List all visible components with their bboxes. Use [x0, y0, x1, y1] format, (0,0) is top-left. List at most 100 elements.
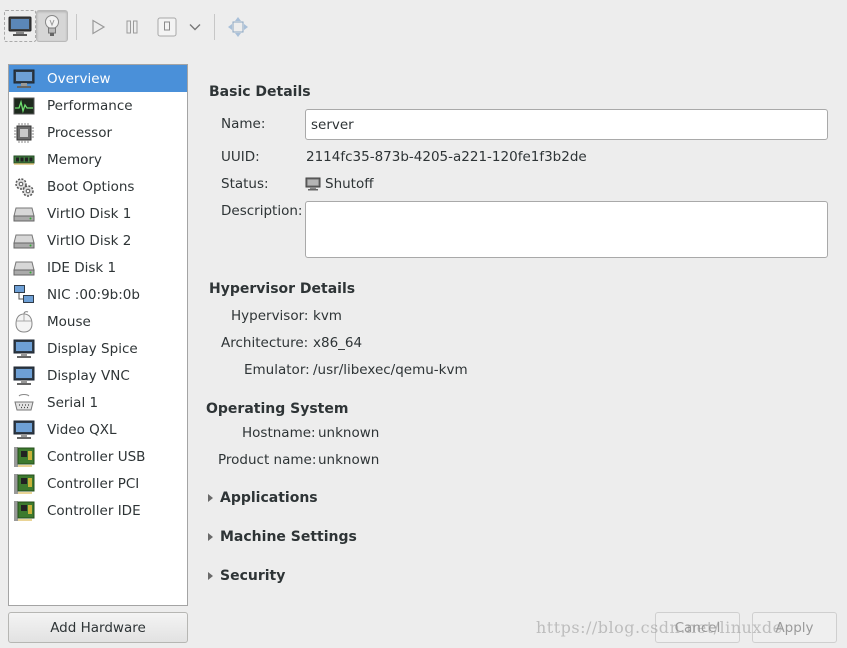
sidebar-item-label: Controller IDE: [47, 502, 141, 519]
sidebar-item-label: Boot Options: [47, 178, 135, 195]
sidebar-item-label: VirtIO Disk 2: [47, 232, 132, 249]
machine-settings-expander[interactable]: Machine Settings: [206, 529, 357, 545]
sidebar-item-label: Display VNC: [47, 367, 130, 384]
description-textarea[interactable]: [305, 201, 828, 258]
sidebar-item-display-vnc[interactable]: Display VNC: [9, 362, 187, 389]
emulator-label: Emulator:: [244, 362, 310, 378]
architecture-value: x86_64: [313, 335, 363, 351]
name-label: Name:: [221, 116, 266, 132]
serial-port-icon: [13, 392, 35, 414]
mouse-icon: [13, 310, 35, 333]
toolbar-separator: [76, 14, 77, 40]
lightbulb-icon: [45, 15, 59, 36]
sidebar-item-virtio-disk-1[interactable]: VirtIO Disk 1: [9, 200, 187, 227]
sidebar-item-label: Memory: [47, 151, 102, 168]
sidebar-item-memory[interactable]: Memory: [9, 146, 187, 173]
hardware-list[interactable]: Overview Performance Processor Memory Bo…: [8, 64, 188, 606]
uuid-value: 2114fc35-873b-4205-a221-120fe1f3b2de: [306, 149, 587, 165]
toolbar: [0, 0, 847, 56]
play-icon: [92, 19, 106, 35]
expander-arrow-icon: [208, 494, 213, 502]
applications-expander[interactable]: Applications: [206, 490, 318, 506]
basic-details-title: Basic Details: [209, 84, 311, 100]
harddisk-icon: [13, 230, 35, 252]
hypervisor-value: kvm: [313, 308, 342, 324]
sidebar-item-label: Serial 1: [47, 394, 99, 411]
monitor-icon: [13, 338, 35, 360]
sidebar-item-label: Display Spice: [47, 340, 138, 357]
status-label: Status:: [221, 176, 269, 192]
product-name-value: unknown: [318, 452, 380, 468]
sidebar-item-ide-disk-1[interactable]: IDE Disk 1: [9, 254, 187, 281]
hostname-value: unknown: [318, 425, 380, 441]
name-input[interactable]: [305, 109, 828, 140]
performance-graph-icon: [13, 95, 35, 117]
pci-card-icon: [13, 500, 35, 522]
sidebar-item-controller-ide[interactable]: Controller IDE: [9, 497, 187, 524]
run-button[interactable]: [86, 14, 110, 40]
machine-settings-expander-label: Machine Settings: [220, 529, 357, 545]
fullscreen-icon: [228, 17, 248, 37]
sidebar-item-label: Video QXL: [47, 421, 117, 438]
gears-icon: [13, 176, 35, 198]
monitor-icon: [8, 16, 32, 36]
architecture-label: Architecture:: [221, 335, 309, 351]
operating-system-title: Operating System: [206, 401, 349, 417]
applications-expander-label: Applications: [220, 490, 318, 506]
sidebar-item-mouse[interactable]: Mouse: [9, 308, 187, 335]
watermark-text: https://blog.csdn.net/linuxde: [536, 618, 783, 637]
product-name-label: Product name:: [218, 452, 317, 468]
expander-arrow-icon: [208, 533, 213, 541]
emulator-value: /usr/libexec/qemu-kvm: [313, 362, 468, 378]
sidebar-item-virtio-disk-2[interactable]: VirtIO Disk 2: [9, 227, 187, 254]
shutdown-button[interactable]: [155, 14, 179, 40]
console-toggle-button[interactable]: [4, 10, 36, 42]
hypervisor-details-title: Hypervisor Details: [209, 281, 356, 297]
monitor-icon: [13, 365, 35, 387]
details-toggle-button[interactable]: [36, 10, 68, 42]
sidebar-item-display-spice[interactable]: Display Spice: [9, 335, 187, 362]
sidebar-item-processor[interactable]: Processor: [9, 119, 187, 146]
uuid-label: UUID:: [221, 149, 260, 165]
monitor-icon: [13, 68, 35, 90]
hostname-label: Hostname:: [242, 425, 316, 441]
pause-button[interactable]: [120, 14, 144, 40]
sidebar-item-label: VirtIO Disk 1: [47, 205, 132, 222]
sidebar-item-performance[interactable]: Performance: [9, 92, 187, 119]
pci-card-icon: [13, 446, 35, 468]
status-text: Shutoff: [325, 176, 374, 192]
status-value: Shutoff: [305, 176, 374, 192]
cpu-chip-icon: [13, 122, 35, 144]
monitor-icon: [13, 419, 35, 441]
hypervisor-label: Hypervisor:: [231, 308, 309, 324]
toolbar-separator: [214, 14, 215, 40]
sidebar-item-label: Performance: [47, 97, 133, 114]
harddisk-icon: [13, 203, 35, 225]
memory-stick-icon: [13, 149, 35, 171]
sidebar-item-label: NIC :00:9b:0b: [47, 286, 140, 303]
fullscreen-button[interactable]: [226, 14, 250, 40]
pause-icon: [126, 20, 138, 34]
chevron-down-icon: [189, 24, 201, 31]
shutdown-menu-button[interactable]: [185, 14, 205, 40]
shutoff-icon: [305, 177, 321, 191]
sidebar-item-video-qxl[interactable]: Video QXL: [9, 416, 187, 443]
pci-card-icon: [13, 473, 35, 495]
sidebar-item-serial-1[interactable]: Serial 1: [9, 389, 187, 416]
sidebar-item-label: Controller USB: [47, 448, 146, 465]
expander-arrow-icon: [208, 572, 213, 580]
sidebar-item-controller-pci[interactable]: Controller PCI: [9, 470, 187, 497]
add-hardware-button[interactable]: Add Hardware: [8, 612, 188, 643]
sidebar-item-controller-usb[interactable]: Controller USB: [9, 443, 187, 470]
sidebar-item-overview[interactable]: Overview: [9, 65, 187, 92]
sidebar-item-label: Processor: [47, 124, 113, 141]
security-expander-label: Security: [220, 568, 286, 584]
power-icon: [157, 17, 177, 37]
network-icon: [13, 284, 35, 306]
security-expander[interactable]: Security: [206, 568, 285, 584]
sidebar-item-label: IDE Disk 1: [47, 259, 117, 276]
sidebar-item-boot-options[interactable]: Boot Options: [9, 173, 187, 200]
description-label: Description:: [221, 203, 303, 219]
sidebar-item-label: Overview: [47, 70, 111, 87]
sidebar-item-nic[interactable]: NIC :00:9b:0b: [9, 281, 187, 308]
